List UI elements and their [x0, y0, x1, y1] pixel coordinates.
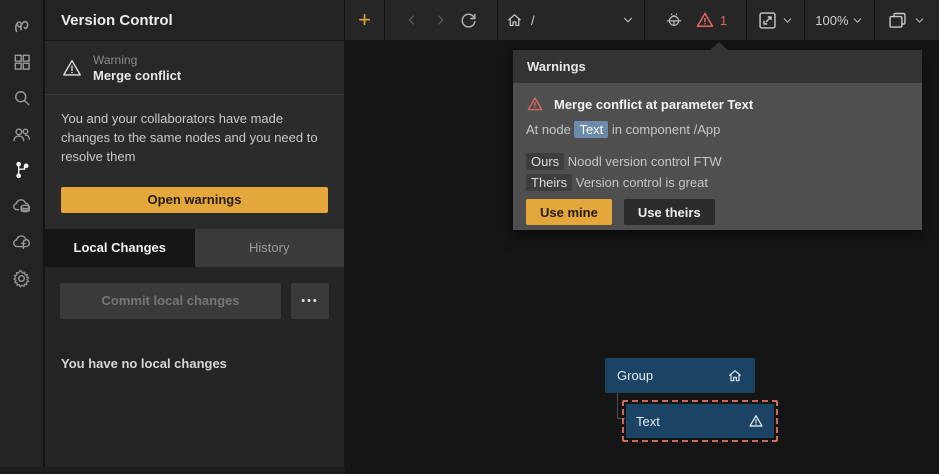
home-icon — [506, 12, 523, 29]
warnings-popup: Warnings Merge conflict at parameter Tex… — [513, 50, 922, 230]
use-theirs-button[interactable]: Use theirs — [624, 199, 715, 225]
node-name-chip: Text — [574, 121, 608, 138]
panel-title: Version Control — [45, 0, 344, 41]
viewport-frames-icon — [887, 10, 908, 31]
conflict-description: You and your collaborators have made cha… — [45, 95, 344, 167]
home-icon — [727, 368, 743, 384]
debug-bug-icon[interactable] — [664, 10, 684, 30]
component-path-label: / — [531, 13, 535, 28]
location-suffix: in component /App — [612, 122, 720, 137]
theirs-chip: Theirs — [526, 174, 572, 191]
chevron-down-icon — [851, 14, 864, 27]
nav-forward-icon[interactable] — [432, 12, 448, 28]
zoom-level-label: 100% — [815, 13, 848, 28]
component-path-dropdown[interactable]: / — [498, 0, 645, 40]
add-node-button[interactable]: + — [353, 9, 376, 31]
theirs-row: Theirs Version control is great — [526, 175, 909, 190]
ours-value: Noodl version control FTW — [568, 154, 722, 169]
warning-count-badge: 1 — [720, 13, 727, 28]
text-node[interactable]: Text — [626, 404, 774, 438]
local-changes-content: Commit local changes ••• You have no loc… — [45, 267, 344, 467]
merge-conflict-title: Merge conflict — [93, 68, 181, 83]
warning-triangle-icon — [526, 95, 544, 113]
version-control-panel: Version Control Warning Merge conflict Y… — [45, 0, 344, 467]
popup-arrow — [710, 42, 728, 50]
theirs-value: Version control is great — [576, 175, 708, 190]
warning-triangle-icon — [695, 10, 715, 30]
search-icon[interactable] — [4, 80, 40, 116]
components-grid-icon[interactable] — [4, 44, 40, 80]
commit-local-changes-button[interactable]: Commit local changes — [60, 283, 281, 319]
warning-icon — [748, 413, 764, 429]
group-node[interactable]: Group — [605, 358, 755, 393]
popup-warning-title: Merge conflict at parameter Text — [554, 97, 753, 112]
panel-tabs: Local Changes History — [45, 229, 344, 267]
chevron-down-icon — [621, 13, 635, 27]
location-prefix: At node — [526, 122, 571, 137]
chevron-down-icon — [913, 14, 926, 27]
warning-label: Warning — [93, 53, 181, 67]
ours-row: Ours Noodl version control FTW — [526, 154, 909, 169]
nav-back-icon[interactable] — [404, 12, 420, 28]
node-label: Text — [636, 414, 660, 429]
cloud-data-icon[interactable] — [4, 188, 40, 224]
open-warnings-button[interactable]: Open warnings — [61, 187, 328, 213]
cloud-functions-icon[interactable] — [4, 224, 40, 260]
warnings-popup-title: Warnings — [513, 50, 922, 83]
noodl-editor-window: Version Control Warning Merge conflict Y… — [0, 0, 939, 474]
use-mine-button[interactable]: Use mine — [526, 199, 612, 225]
preview-size-dropdown[interactable] — [747, 0, 805, 40]
warning-triangle-icon — [61, 57, 83, 79]
warning-location: At node Text in component /App — [526, 122, 909, 137]
version-control-branch-icon[interactable] — [4, 152, 40, 188]
node-label: Group — [617, 368, 653, 383]
merge-conflict-summary: Warning Merge conflict — [45, 41, 344, 95]
expand-preview-icon — [757, 10, 778, 31]
tab-local-changes[interactable]: Local Changes — [45, 229, 195, 267]
more-options-button[interactable]: ••• — [291, 283, 329, 319]
text-node-selection[interactable]: Text — [622, 400, 778, 442]
settings-gear-icon[interactable] — [4, 260, 40, 296]
no-local-changes-message: You have no local changes — [60, 356, 329, 371]
noodl-logo-icon[interactable] — [4, 8, 40, 44]
collaborators-icon[interactable] — [4, 116, 40, 152]
viewport-dropdown[interactable] — [875, 0, 938, 40]
preview-toolbar: + / — [345, 0, 939, 41]
activity-sidebar — [0, 0, 44, 474]
panel-bottom-edge — [0, 467, 345, 474]
zoom-dropdown[interactable]: 100% — [805, 0, 875, 40]
tab-history[interactable]: History — [195, 229, 345, 267]
chevron-down-icon — [781, 14, 794, 27]
refresh-icon[interactable] — [459, 11, 478, 30]
warnings-toggle[interactable]: 1 — [695, 10, 727, 30]
ours-chip: Ours — [526, 153, 564, 170]
